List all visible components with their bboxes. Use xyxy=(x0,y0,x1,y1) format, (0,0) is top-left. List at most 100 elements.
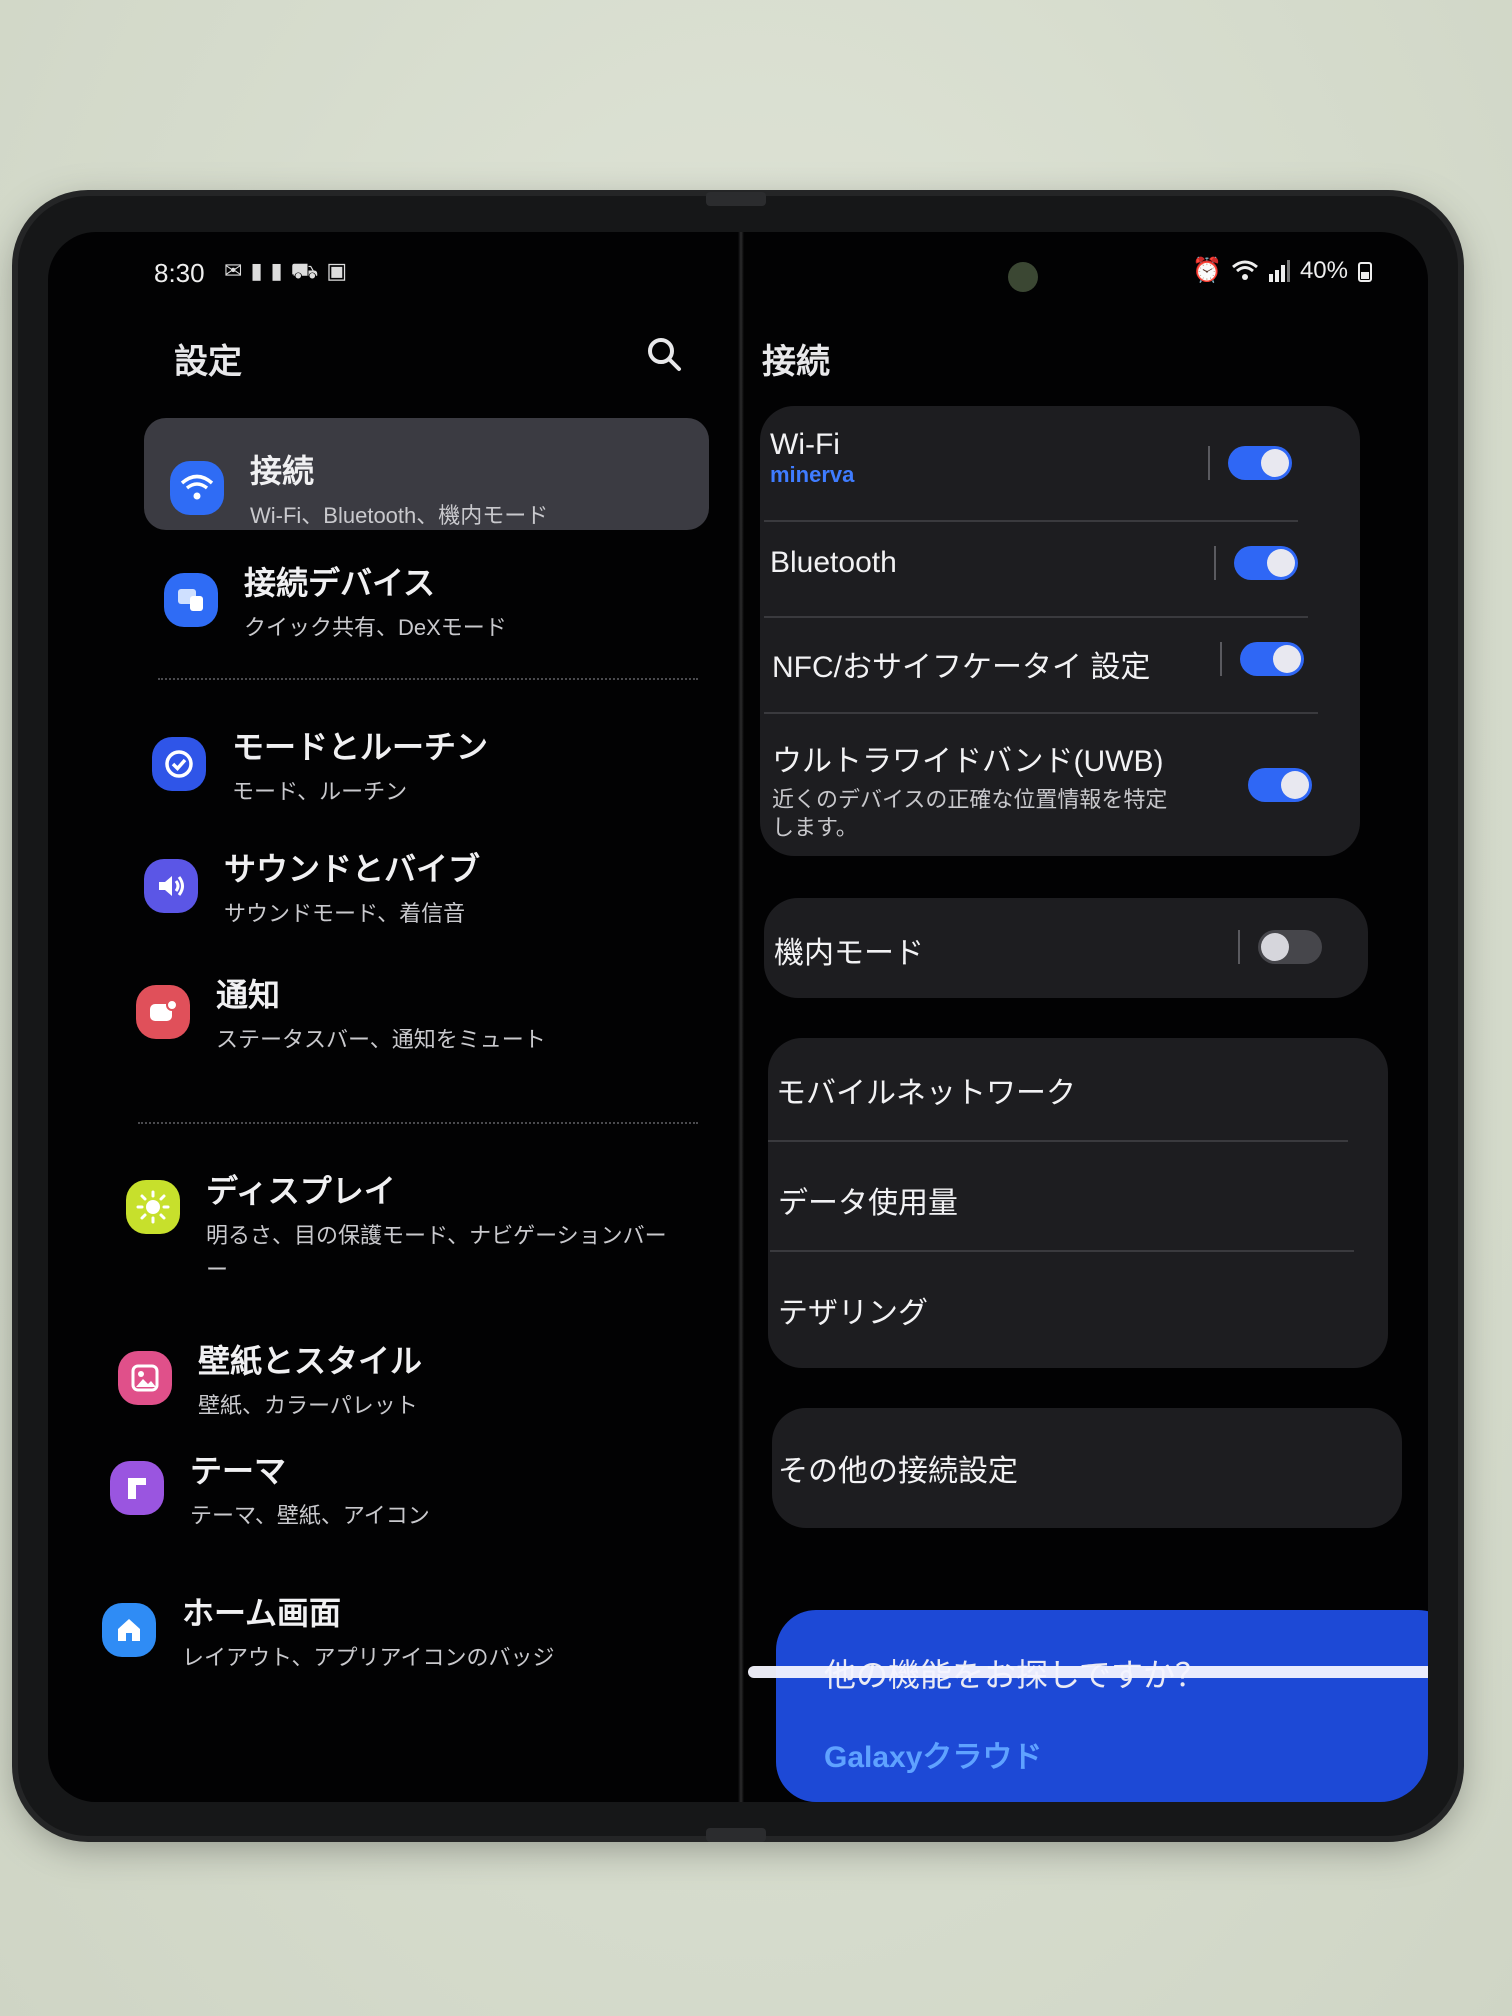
detail-title: 接続 xyxy=(762,343,830,381)
section-divider xyxy=(158,678,698,680)
row-separator-bar xyxy=(1220,642,1222,676)
section-divider xyxy=(138,1122,698,1124)
notification-icon xyxy=(136,985,190,1039)
volume-icon xyxy=(144,859,198,913)
uwb-description: 近くのデバイスの正確な位置情報を特定 xyxy=(772,787,1168,812)
home-icon xyxy=(102,1603,156,1657)
image-icon xyxy=(118,1351,172,1405)
check-circle-icon xyxy=(152,737,206,791)
wifi-label: Wi-Fi xyxy=(770,428,840,461)
item-title: ホーム画面 xyxy=(182,1595,342,1631)
toggle-knob xyxy=(1261,933,1289,961)
item-title: 接続 xyxy=(250,453,315,489)
alert-icon: ▮ xyxy=(270,258,291,283)
nfc-label: NFC/おサイフケータイ 設定 xyxy=(772,651,1151,684)
fold-crease xyxy=(738,232,744,1802)
item-title: モードとルーチン xyxy=(232,729,489,765)
item-subtitle: クイック共有、DeXモード xyxy=(244,615,507,640)
uwb-toggle[interactable] xyxy=(1248,768,1312,802)
sun-icon xyxy=(126,1180,180,1234)
row-separator-bar xyxy=(1214,546,1216,580)
item-subtitle: 明るさ、目の保護モード、ナビゲーションバー xyxy=(206,1223,667,1248)
settings-item-themes[interactable]: テーマ テーマ、壁紙、アイコン xyxy=(110,1446,430,1530)
item-subtitle: Wi-Fi、Bluetooth、機内モード xyxy=(250,503,549,528)
item-title: ディスプレイ xyxy=(206,1173,396,1209)
other-settings-label: その他の接続設定 xyxy=(778,1455,1018,1488)
settings-item-sound-vibration[interactable]: サウンドとバイブ サウンドモード、着信音 xyxy=(144,844,480,928)
other-settings-row[interactable]: その他の接続設定 xyxy=(778,1446,1018,1490)
item-subtitle: ステータスバー、通知をミュート xyxy=(216,1027,546,1052)
item-title: 壁紙とスタイル xyxy=(198,1343,423,1379)
galaxy-cloud-link[interactable]: Galaxyクラウド xyxy=(824,1732,1042,1776)
settings-item-home-screen[interactable]: ホーム画面 レイアウト、アプリアイコンのバッジ xyxy=(102,1588,554,1672)
settings-item-connections[interactable]: 接続 Wi-Fi、Bluetooth、機内モード xyxy=(170,446,548,530)
airplane-row[interactable]: 機内モード xyxy=(774,928,924,972)
screen-glare xyxy=(748,1666,1428,1678)
settings-item-display[interactable]: ディスプレイ 明るさ、目の保護モード、ナビゲーションバー ー xyxy=(126,1166,667,1284)
row-separator-bar xyxy=(1238,930,1240,964)
row-divider xyxy=(764,520,1298,522)
settings-item-connected-devices[interactable]: 接続デバイス クイック共有、DeXモード xyxy=(164,558,507,642)
data-usage-row[interactable]: データ使用量 xyxy=(778,1178,958,1222)
theme-icon xyxy=(110,1461,164,1515)
item-title: サウンドとバイブ xyxy=(224,851,481,887)
page-title: 設定 xyxy=(174,343,242,381)
airplane-toggle[interactable] xyxy=(1258,930,1322,964)
battery-icon xyxy=(1358,261,1372,282)
mobile-network-row[interactable]: モバイルネットワーク xyxy=(776,1068,1076,1112)
airplane-label: 機内モード xyxy=(774,937,924,970)
row-divider xyxy=(770,1250,1354,1252)
settings-item-notifications[interactable]: 通知 ステータスバー、通知をミュート xyxy=(136,970,546,1054)
row-divider xyxy=(764,616,1308,618)
bluetooth-row[interactable]: Bluetooth xyxy=(770,546,897,580)
search-icon[interactable] xyxy=(644,334,684,374)
notification-icons: ✉▮▮⛟▣ xyxy=(224,258,355,287)
uwb-label: ウルトラワイドバンド(UWB) xyxy=(772,745,1164,778)
wifi-toggle[interactable] xyxy=(1228,446,1292,480)
settings-item-modes-routines[interactable]: モードとルーチン モード、ルーチン xyxy=(152,722,488,806)
mail-icon: ✉ xyxy=(224,258,251,283)
bluetooth-toggle[interactable] xyxy=(1234,546,1298,580)
item-title: 接続デバイス xyxy=(244,565,436,601)
alert-icon: ▮ xyxy=(250,258,271,283)
wifi-network-name: minerva xyxy=(770,462,855,487)
toggle-knob xyxy=(1261,449,1289,477)
item-title: 通知 xyxy=(216,977,281,1013)
devices-icon xyxy=(164,573,218,627)
item-subtitle: レイアウト、アプリアイコンのバッジ xyxy=(182,1645,555,1670)
signal-icon xyxy=(1268,259,1290,282)
data-usage-label: データ使用量 xyxy=(778,1187,958,1220)
status-right: ⏰ 40% xyxy=(1192,256,1372,285)
screen: 8:30 ✉▮▮⛟▣ ⏰ 40% 設定 接続 Wi-Fi、Bluetooth、機… xyxy=(48,232,1428,1802)
car-icon: ⛟ xyxy=(290,258,327,283)
item-title: テーマ xyxy=(190,1453,287,1489)
status-bar: 8:30 ✉▮▮⛟▣ ⏰ 40% xyxy=(48,232,1428,302)
item-subtitle-wrap: ー xyxy=(206,1257,229,1282)
wifi-icon xyxy=(170,461,224,515)
uwb-row[interactable]: ウルトラワイドバンド(UWB) 近くのデバイスの正確な位置情報を特定 します。 xyxy=(772,736,1167,842)
item-subtitle: サウンドモード、着信音 xyxy=(224,901,466,926)
item-subtitle: 壁紙、カラーパレット xyxy=(198,1393,418,1418)
uwb-description-wrap: します。 xyxy=(772,815,858,840)
row-separator-bar xyxy=(1208,446,1210,480)
status-time: 8:30 xyxy=(154,258,205,288)
wifi-row[interactable]: Wi-Fi minerva xyxy=(770,428,854,488)
toggle-knob xyxy=(1273,645,1301,673)
battery-percent: 40% xyxy=(1299,256,1348,284)
toggle-knob xyxy=(1267,549,1295,577)
settings-item-wallpaper-style[interactable]: 壁紙とスタイル 壁紙、カラーパレット xyxy=(118,1336,422,1420)
row-divider xyxy=(768,1140,1348,1142)
hinge-bottom xyxy=(706,1828,766,1842)
wifi-icon xyxy=(1231,260,1258,280)
cast-icon: ▣ xyxy=(326,258,356,283)
item-subtitle: モード、ルーチン xyxy=(232,779,408,804)
promo-card: 他の機能をお探しですか？ Galaxyクラウド xyxy=(776,1610,1428,1802)
tethering-row[interactable]: テザリング xyxy=(778,1288,928,1332)
nfc-toggle[interactable] xyxy=(1240,642,1304,676)
hinge-top xyxy=(706,192,766,206)
item-subtitle: テーマ、壁紙、アイコン xyxy=(190,1503,430,1528)
alarm-icon: ⏰ xyxy=(1192,257,1222,284)
tethering-label: テザリング xyxy=(778,1297,928,1330)
nfc-row[interactable]: NFC/おサイフケータイ 設定 xyxy=(772,642,1150,686)
toggle-knob xyxy=(1281,771,1309,799)
